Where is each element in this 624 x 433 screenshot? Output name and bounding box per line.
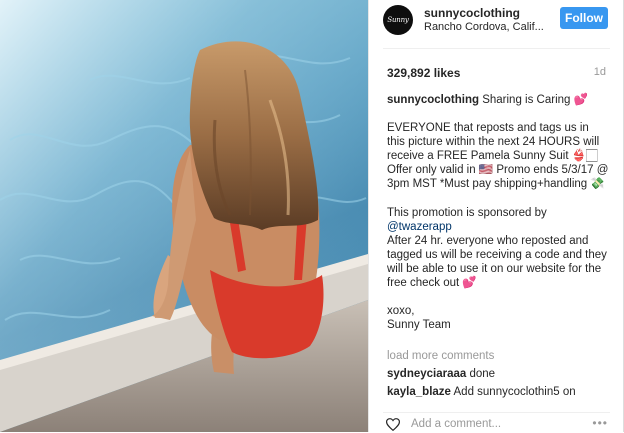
post-timestamp[interactable]: 1d xyxy=(594,66,606,78)
heart-icon[interactable] xyxy=(386,418,400,431)
post-header: Sunny Co sunnycoclothing Rancho Cordova,… xyxy=(369,0,624,54)
caption-paragraph: EVERYONE that reposts and tags us in thi… xyxy=(387,122,609,191)
poolside-illustration xyxy=(0,0,368,432)
comment-item: sydneyciaraaa done xyxy=(387,368,495,380)
comment-item: kayla_blaze Add sunnycoclothin5 on xyxy=(387,386,613,398)
comment-username-link[interactable]: kayla_blaze xyxy=(387,386,451,398)
caption-title-line: sunnycoclothing Sharing is Caring 💕 xyxy=(387,93,609,107)
caption-signoff: Sunny Team xyxy=(387,319,451,332)
comment-text: Add sunnycoclothin5 on xyxy=(453,386,576,398)
post-side-panel: Sunny Co sunnycoclothing Rancho Cordova,… xyxy=(368,0,624,432)
caption-paragraph: After 24 hr. everyone who reposted and t… xyxy=(387,234,607,290)
follow-button[interactable]: Follow xyxy=(560,7,608,29)
instagram-post-modal: Sunny Co sunnycoclothing Rancho Cordova,… xyxy=(0,0,624,432)
post-photo[interactable] xyxy=(0,0,368,432)
more-options-icon[interactable]: ••• xyxy=(592,416,608,430)
caption-sponsor-line: This promotion is sponsored by xyxy=(387,206,547,219)
location-link[interactable]: Rancho Cordova, Calif... xyxy=(424,21,544,33)
likes-count[interactable]: 329,892 likes xyxy=(387,66,460,80)
load-more-comments-link[interactable]: load more comments xyxy=(387,350,494,362)
caption-signoff: xoxo, xyxy=(387,305,415,318)
comment-username-link[interactable]: sydneyciaraaa xyxy=(387,368,466,380)
post-caption: sunnycoclothing Sharing is Caring 💕 EVER… xyxy=(387,93,609,332)
comment-text: done xyxy=(469,368,496,380)
sponsor-mention-link[interactable]: @twazerapp xyxy=(387,220,609,234)
add-comment-input[interactable]: Add a comment... xyxy=(411,418,501,430)
comment-bar: Add a comment... ••• xyxy=(383,412,610,433)
avatar[interactable]: Sunny Co xyxy=(383,5,413,54)
divider xyxy=(383,48,610,49)
username-link[interactable]: sunnycoclothing xyxy=(424,6,520,20)
caption-username-link[interactable]: sunnycoclothing xyxy=(387,94,479,106)
caption-title: Sharing is Caring 💕 xyxy=(482,94,588,106)
